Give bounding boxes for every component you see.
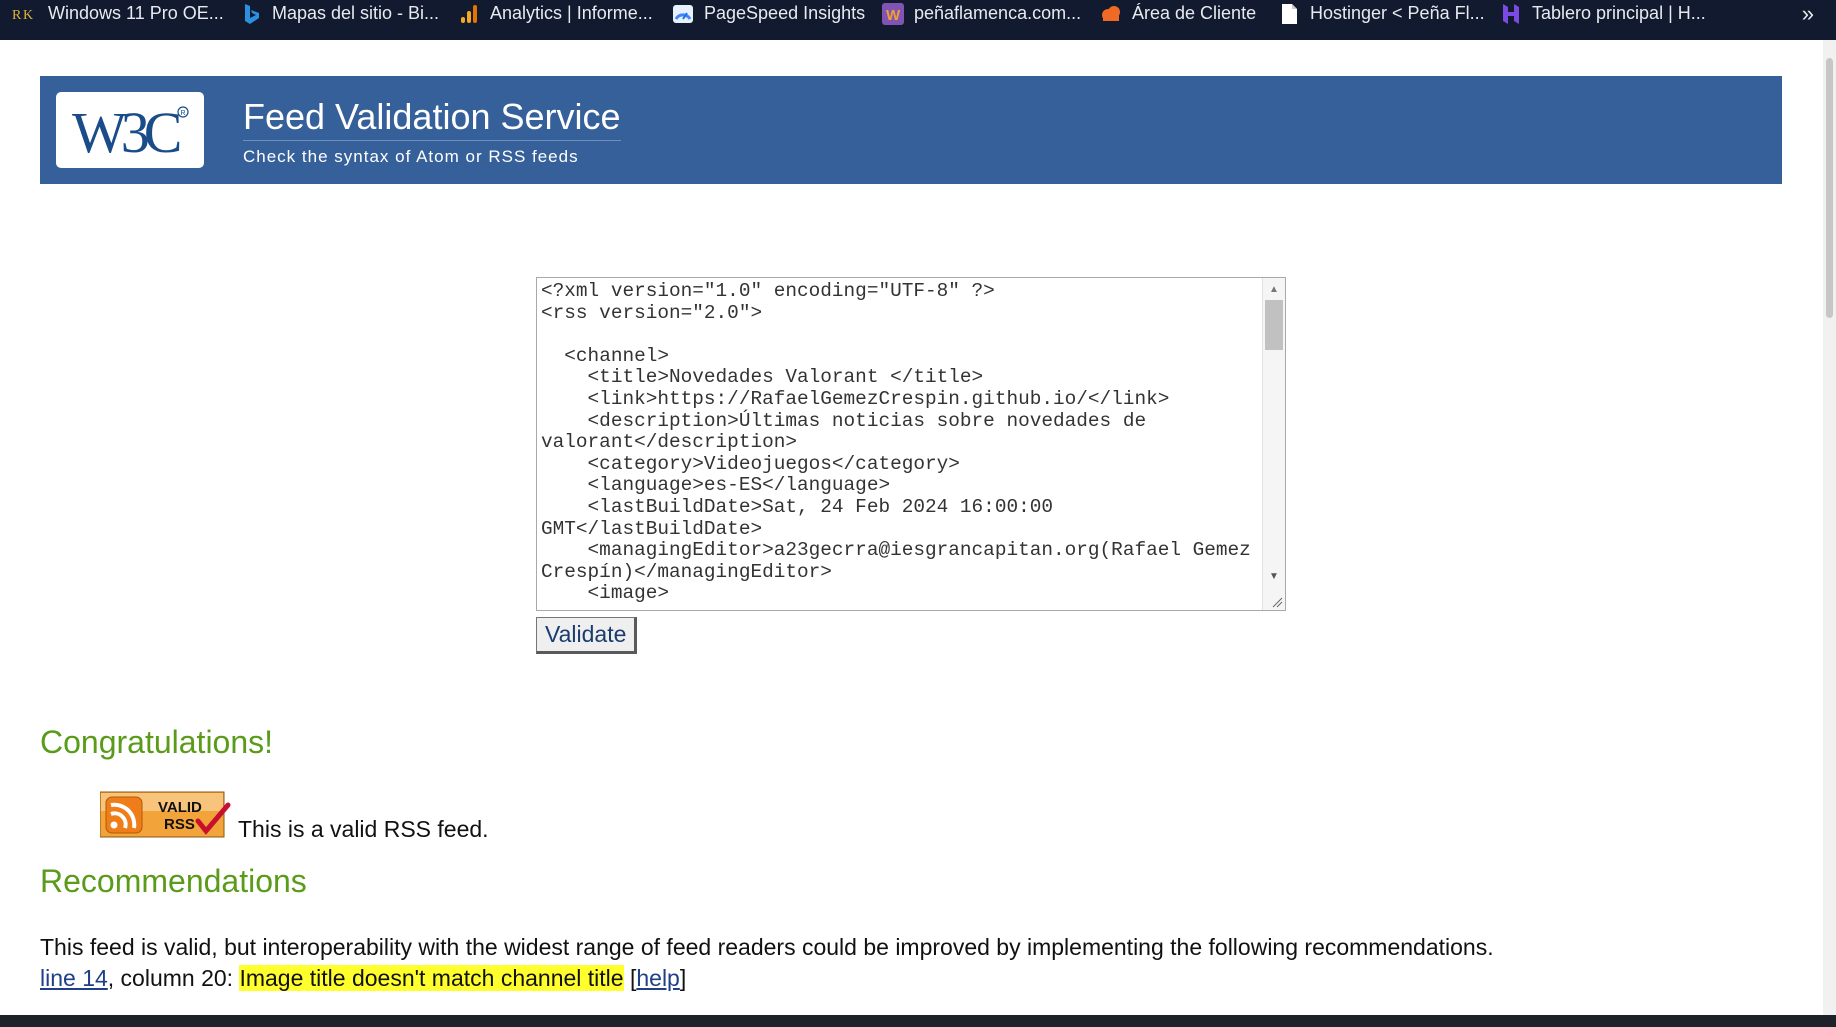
bing-icon: [240, 3, 262, 25]
scroll-up-icon[interactable]: ▲: [1269, 284, 1279, 295]
column-text: , column 20:: [107, 965, 240, 991]
analytics-icon: [458, 3, 480, 25]
bookmark-label: Hostinger < Peña Fl...: [1310, 3, 1485, 23]
recommendations-heading: Recommendations: [40, 863, 307, 899]
w3c-logo[interactable]: W3C R: [56, 92, 204, 168]
svg-text:R: R: [181, 110, 186, 117]
validate-button[interactable]: Validate: [536, 617, 638, 654]
recommendation-item: line 14, column 20: Image title doesn't …: [40, 965, 686, 992]
svg-text:K: K: [23, 8, 33, 22]
page-subtitle: Check the syntax of Atom or RSS feeds: [243, 147, 579, 166]
svg-text:W: W: [886, 7, 901, 24]
bookmark-pagespeed[interactable]: PageSpeed Insights: [672, 0, 865, 27]
badge-valid-text: VALID: [158, 799, 202, 816]
bottom-edge: [0, 1015, 1836, 1027]
bookmarks-bar: RK Windows 11 Pro OE... Mapas del sitio …: [0, 0, 1836, 40]
scroll-down-icon[interactable]: ▼: [1269, 571, 1279, 582]
pagespeed-icon: [672, 3, 694, 25]
woo-icon: W: [882, 2, 904, 25]
textarea-scrollbar-thumb[interactable]: [1265, 300, 1283, 350]
bracket-open: [: [623, 965, 637, 991]
bookmark-penaflamenca[interactable]: W peñaflamenca.com...: [882, 0, 1081, 27]
bracket-close: ]: [679, 965, 687, 991]
recommendation-message: Image title doesn't match channel title: [239, 965, 624, 991]
recommendations-text: This feed is valid, but interoperability…: [40, 934, 1494, 960]
congratulations-heading: Congratulations!: [40, 724, 274, 760]
bookmark-label: Tablero principal | H...: [1532, 3, 1706, 23]
bookmark-label: PageSpeed Insights: [704, 3, 866, 23]
page-title: Feed Validation Service: [243, 96, 621, 141]
bookmark-label: Windows 11 Pro OE...: [48, 3, 224, 23]
badge-rss-text: RSS: [164, 816, 195, 833]
bookmark-label: Mapas del sitio - Bi...: [272, 3, 440, 23]
bookmark-area-cliente[interactable]: Área de Cliente: [1100, 0, 1256, 27]
bookmark-bing[interactable]: Mapas del sitio - Bi...: [240, 0, 439, 27]
page-icon: [1278, 3, 1300, 25]
bookmark-hostinger-pena[interactable]: Hostinger < Peña Fl...: [1278, 0, 1485, 27]
bookmark-windows[interactable]: RK Windows 11 Pro OE...: [12, 0, 224, 27]
bookmark-label: Analytics | Informe...: [490, 3, 653, 23]
logo-text: W3C: [72, 100, 180, 162]
rk-icon: RK: [12, 3, 38, 25]
svg-text:R: R: [12, 8, 22, 22]
textarea-scrollbar[interactable]: ▲ ▼: [1262, 278, 1285, 610]
valid-rss-badge[interactable]: VALID RSS: [99, 791, 232, 839]
bookmark-label: peñaflamenca.com...: [914, 3, 1082, 23]
bookmark-label: Área de Cliente: [1132, 3, 1257, 23]
feed-source-text[interactable]: <?xml version="1.0" encoding="UTF-8" ?> …: [537, 278, 1265, 608]
hostinger-icon: [1500, 3, 1522, 25]
resize-grip-icon[interactable]: [1271, 596, 1283, 608]
header-banner: W3C R Feed Validation Service Check the …: [40, 76, 1782, 184]
feed-source-textarea[interactable]: <?xml version="1.0" encoding="UTF-8" ?> …: [536, 277, 1286, 611]
valid-feed-message: This is a valid RSS feed.: [238, 816, 489, 842]
line-link[interactable]: line 14: [40, 965, 108, 991]
page-scrollbar[interactable]: [1823, 40, 1836, 1015]
bookmarks-overflow-button[interactable]: »: [1802, 0, 1814, 27]
help-link[interactable]: help: [636, 965, 679, 991]
page-scrollbar-thumb[interactable]: [1826, 58, 1833, 318]
bookmark-tablero[interactable]: Tablero principal | H...: [1500, 0, 1706, 27]
bookmark-analytics[interactable]: Analytics | Informe...: [458, 0, 653, 27]
cloud-icon: [1100, 3, 1122, 25]
